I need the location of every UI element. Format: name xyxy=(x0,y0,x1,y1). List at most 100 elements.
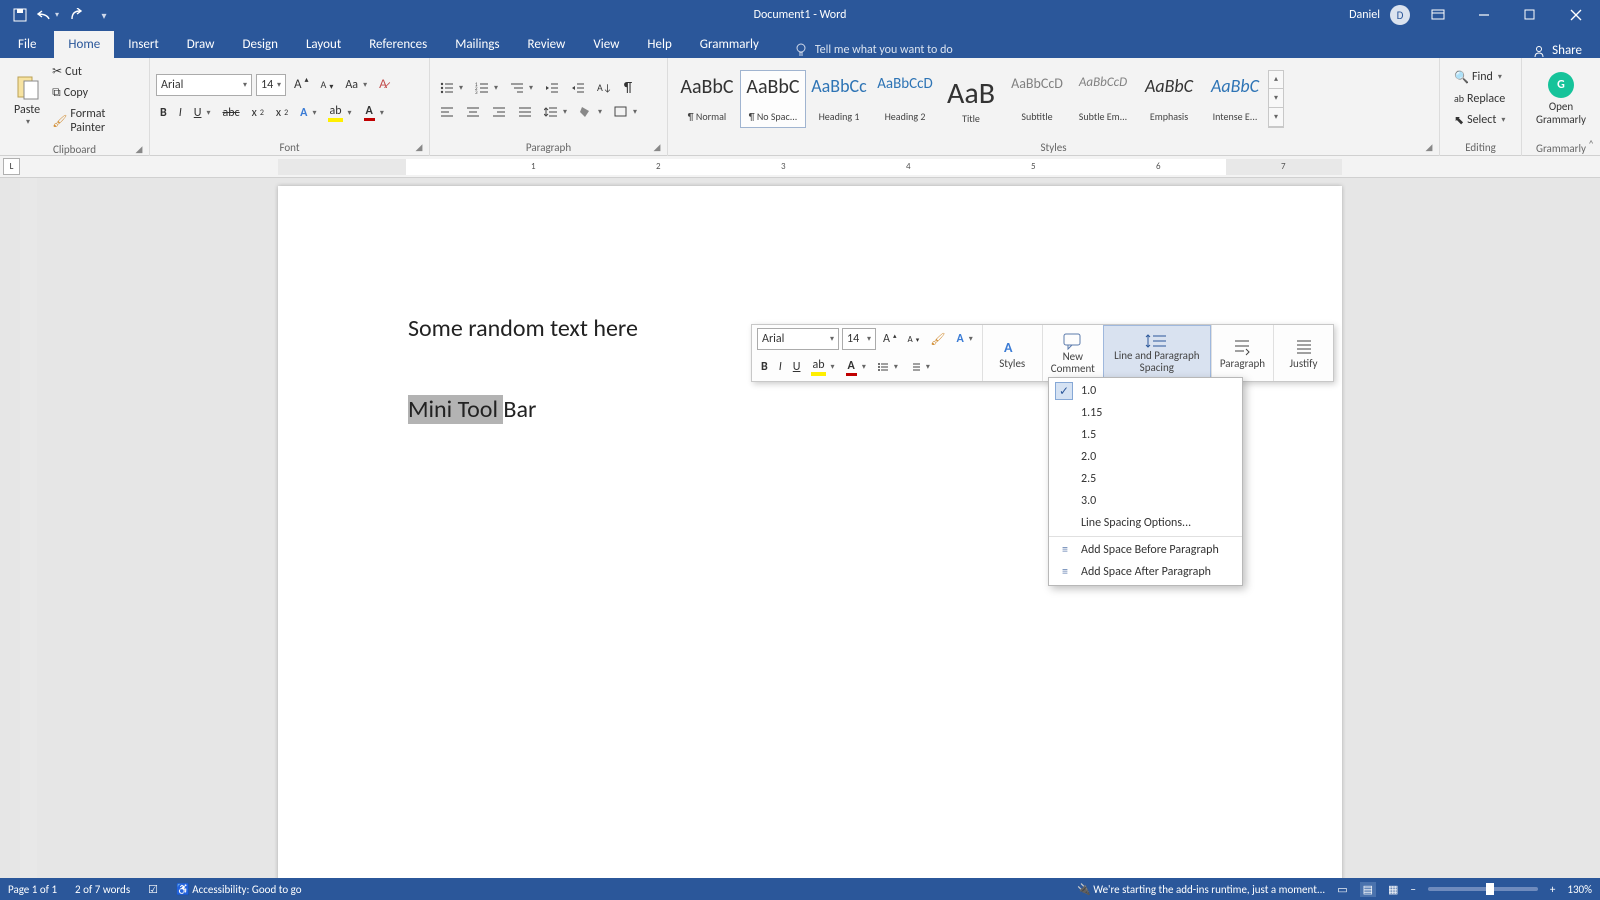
copy-button[interactable]: ⧉Copy xyxy=(48,84,143,102)
borders-button[interactable]: ▾ xyxy=(610,104,641,120)
selected-text[interactable]: Mini Tool xyxy=(408,395,503,424)
mini-bullets-button[interactable]: ▾ xyxy=(873,360,902,374)
tab-help[interactable]: Help xyxy=(633,31,685,58)
doc-line-1[interactable]: Some random text here xyxy=(408,314,638,343)
mini-justify-button[interactable]: Justify xyxy=(1273,325,1333,381)
user-avatar[interactable]: D xyxy=(1390,5,1410,25)
strikethrough-button[interactable]: abc xyxy=(218,104,243,122)
style--no-spac-[interactable]: AaBbC¶ No Spac... xyxy=(740,70,806,128)
style-heading-1[interactable]: AaBbCcHeading 1 xyxy=(806,70,872,128)
mini-styles-button[interactable]: A Styles xyxy=(982,325,1042,381)
mini-italic-button[interactable]: I xyxy=(775,358,786,376)
text-effects-button[interactable]: A▾ xyxy=(296,104,320,122)
font-color-button[interactable]: A▾ xyxy=(360,102,388,123)
tab-references[interactable]: References xyxy=(355,31,441,58)
show-paragraph-marks-button[interactable]: ¶ xyxy=(620,77,636,98)
style-emphasis[interactable]: AaBbCEmphasis xyxy=(1136,70,1202,128)
clipboard-dialog-launcher[interactable]: ◢ xyxy=(133,144,145,156)
styles-gallery-scroll[interactable]: ▴▾▾ xyxy=(1268,70,1284,128)
align-center-button[interactable] xyxy=(462,104,484,120)
style-intense-e-[interactable]: AaBbCIntense E... xyxy=(1202,70,1268,128)
tab-insert[interactable]: Insert xyxy=(114,31,173,58)
mini-shrink-font-button[interactable]: A▾ xyxy=(903,332,923,347)
mini-styles-quick-button[interactable]: A▾ xyxy=(952,330,976,348)
mini-font-size-combo[interactable]: 14▾ xyxy=(842,328,876,350)
justify-button[interactable] xyxy=(514,104,536,120)
tab-review[interactable]: Review xyxy=(514,31,580,58)
mini-format-painter-button[interactable]: 🖌 xyxy=(926,330,949,349)
tab-selector-button[interactable]: L xyxy=(3,158,20,175)
increase-indent-button[interactable] xyxy=(567,80,589,96)
numbering-button[interactable]: 123▾ xyxy=(471,80,502,96)
mini-font-name-combo[interactable]: Arial▾ xyxy=(757,328,839,350)
paragraph-dialog-launcher[interactable]: ◢ xyxy=(651,142,663,154)
style-subtitle[interactable]: AaBbCcDSubtitle xyxy=(1004,70,1070,128)
align-left-button[interactable] xyxy=(436,104,458,120)
tab-view[interactable]: View xyxy=(579,31,633,58)
view-read-mode-button[interactable]: ▭ xyxy=(1337,883,1347,896)
cut-button[interactable]: ✂Cut xyxy=(48,62,143,81)
maximize-button[interactable] xyxy=(1512,0,1548,30)
zoom-in-button[interactable]: + xyxy=(1550,883,1555,896)
subscript-button[interactable]: x2 xyxy=(248,104,268,122)
italic-button[interactable]: I xyxy=(175,104,186,122)
superscript-button[interactable]: x2 xyxy=(272,104,292,122)
tab-design[interactable]: Design xyxy=(228,31,291,58)
save-button[interactable] xyxy=(8,3,32,27)
style-title[interactable]: AaBTitle xyxy=(938,70,1004,128)
style-heading-2[interactable]: AaBbCcDHeading 2 xyxy=(872,70,938,128)
add-space-before-paragraph[interactable]: ≡Add Space Before Paragraph xyxy=(1049,539,1242,561)
decrease-indent-button[interactable] xyxy=(541,80,563,96)
spacing-option-1-15[interactable]: 1.15 xyxy=(1049,402,1242,424)
line-spacing-button[interactable]: ▾ xyxy=(540,104,571,120)
tab-home[interactable]: Home xyxy=(54,31,114,58)
zoom-slider[interactable] xyxy=(1428,887,1538,891)
bullets-button[interactable]: ▾ xyxy=(436,80,467,96)
paste-button[interactable]: Paste ▾ xyxy=(6,63,48,137)
replace-button[interactable]: abReplace xyxy=(1450,90,1509,108)
grow-font-button[interactable]: A▴ xyxy=(290,75,313,94)
tell-me-search[interactable]: Tell me what you want to do xyxy=(793,42,953,58)
open-grammarly-button[interactable]: G Open Grammarly xyxy=(1528,62,1594,136)
view-print-layout-button[interactable]: ▤ xyxy=(1360,882,1376,897)
clear-formatting-button[interactable]: A̷ xyxy=(375,75,391,94)
style-subtle-em-[interactable]: AaBbCcDSubtle Em... xyxy=(1070,70,1136,128)
font-name-combo[interactable]: Arial▾ xyxy=(156,74,252,96)
status-words[interactable]: 2 of 7 words xyxy=(75,883,130,896)
find-button[interactable]: 🔍Find▾ xyxy=(1450,68,1509,87)
mini-bold-button[interactable]: B xyxy=(757,358,772,376)
mini-font-color-button[interactable]: A▾ xyxy=(842,357,870,378)
font-size-combo[interactable]: 14▾ xyxy=(256,74,286,96)
format-painter-button[interactable]: 🖌Format Painter xyxy=(48,105,143,137)
align-right-button[interactable] xyxy=(488,104,510,120)
view-web-layout-button[interactable]: ▦ xyxy=(1388,883,1398,896)
tab-file[interactable]: File xyxy=(0,31,54,58)
mini-highlight-button[interactable]: ab▾ xyxy=(807,356,838,378)
styles-dialog-launcher[interactable]: ◢ xyxy=(1423,142,1435,154)
tab-draw[interactable]: Draw xyxy=(173,31,229,58)
status-accessibility[interactable]: ♿ Accessibility: Good to go xyxy=(176,883,301,896)
mini-paragraph-button[interactable]: Paragraph xyxy=(1211,325,1273,381)
document-page[interactable]: Some random text here Mini Tool Bar Aria… xyxy=(278,186,1342,878)
spacing-option-2-5[interactable]: 2.5 xyxy=(1049,468,1242,490)
collapse-ribbon-button[interactable]: ˄ xyxy=(1588,138,1594,151)
mini-underline-button[interactable]: U xyxy=(789,358,805,376)
sort-button[interactable]: A↓ xyxy=(593,79,616,96)
tab-mailings[interactable]: Mailings xyxy=(441,31,513,58)
spacing-option-1-0[interactable]: ✓1.0 xyxy=(1049,380,1242,402)
zoom-level[interactable]: 130% xyxy=(1567,883,1592,896)
spacing-option-3-0[interactable]: 3.0 xyxy=(1049,490,1242,512)
user-name[interactable]: Daniel xyxy=(1349,8,1380,22)
multilevel-list-button[interactable]: ▾ xyxy=(506,80,537,96)
ribbon-display-options-button[interactable] xyxy=(1420,0,1456,30)
tab-layout[interactable]: Layout xyxy=(292,31,355,58)
redo-button[interactable] xyxy=(64,3,88,27)
spacing-option-1-5[interactable]: 1.5 xyxy=(1049,424,1242,446)
underline-button[interactable]: U▾ xyxy=(190,104,215,122)
horizontal-ruler[interactable]: 123 4567 xyxy=(278,159,1342,175)
zoom-out-button[interactable]: − xyxy=(1410,883,1415,896)
doc-line-2[interactable]: Mini Tool Bar xyxy=(408,395,638,424)
font-dialog-launcher[interactable]: ◢ xyxy=(413,142,425,154)
change-case-button[interactable]: Aa▾ xyxy=(341,76,371,94)
mini-numbering-button[interactable]: ▾ xyxy=(905,360,934,374)
